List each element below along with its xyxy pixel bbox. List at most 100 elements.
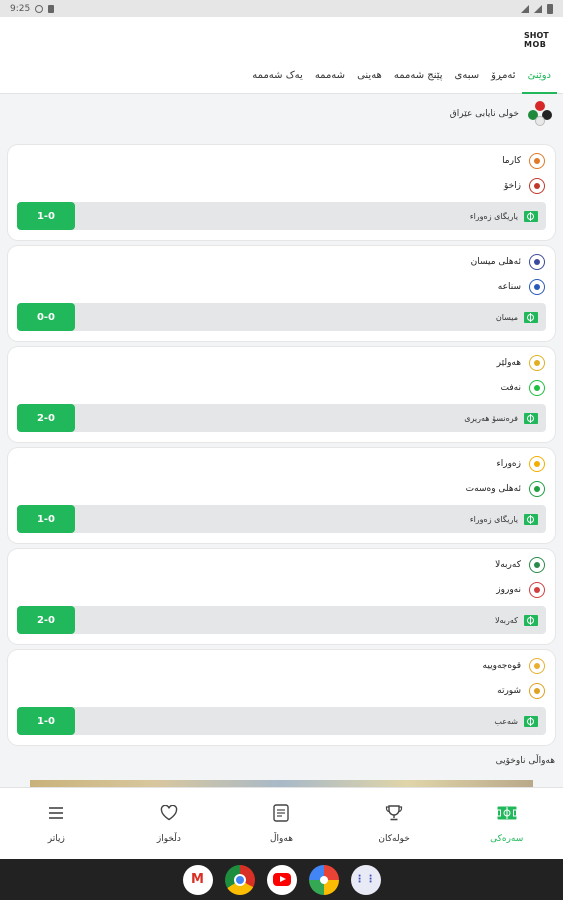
match-info-bar: یاریگای زەوراء 1-0 — [17, 505, 546, 533]
nav-news[interactable]: هەواڵ — [231, 803, 331, 844]
apps-icon[interactable]: ⋮⋮ — [350, 864, 381, 895]
tab-today[interactable]: ئەمڕۆ — [485, 61, 521, 94]
match-info-bar: میسان 0-0 — [17, 303, 546, 331]
nav-home[interactable]: سەرەکی — [457, 804, 557, 844]
news-icon — [271, 803, 291, 822]
stadium-name: میسان — [495, 312, 518, 322]
tab-tomorrow[interactable]: سبەی — [449, 61, 486, 94]
team-crest-icon — [529, 355, 545, 371]
tab-sunday[interactable]: یەک شەممە — [246, 61, 309, 94]
score-badge: 1-0 — [17, 505, 75, 533]
pitch-icon — [524, 614, 538, 626]
match-list: کارما زاخۆ یاریگای زەوراء 1-0 ئەهلی میسا… — [8, 145, 555, 751]
team-crest-icon — [529, 481, 545, 497]
away-team-name: سناعە — [497, 282, 521, 292]
home-team-name: قوەجەوییە — [482, 661, 521, 671]
team-crest-icon — [529, 153, 545, 169]
team-crest-icon — [529, 380, 545, 396]
stadium: کەربەلا — [75, 614, 546, 626]
gmail-icon[interactable]: M — [182, 864, 213, 895]
sim-icon — [48, 4, 55, 13]
stadium-name: یاریگای زەوراء — [469, 514, 518, 524]
score-badge: 2-0 — [17, 606, 75, 634]
status-time: 9:25 — [10, 3, 31, 14]
home-team-name: هەولێر — [496, 358, 521, 368]
chrome-icon[interactable] — [224, 864, 255, 895]
stadium: شەعب — [75, 715, 546, 727]
nav-favorites-label: دڵخواز — [156, 833, 181, 844]
stadium-name: کەربەلا — [494, 615, 518, 625]
stadium: میسان — [75, 311, 546, 323]
tab-yesterday[interactable]: دوێنێ — [521, 61, 557, 94]
day-tabs: دوێنێ ئەمڕۆ سبەی پێنج شەممە هەینی شەممە … — [0, 61, 563, 94]
match-card[interactable]: هەولێر نەفت فرەنسۆ هەریری 2-0 — [8, 347, 555, 442]
pitch-icon — [524, 715, 538, 727]
home-team: کارما — [502, 153, 545, 169]
nav-leagues[interactable]: خولەکان — [344, 804, 444, 844]
nav-home-label: سەرەکی — [490, 833, 524, 844]
match-card[interactable]: زەوراء ئەهلی وەسەت یاریگای زەوراء 1-0 — [8, 448, 555, 543]
match-info-bar: فرەنسۆ هەریری 2-0 — [17, 404, 546, 432]
app-logo[interactable]: SHOT MOB — [524, 31, 552, 49]
home-team-name: کارما — [502, 156, 521, 166]
youtube-icon[interactable] — [266, 864, 297, 895]
photos-icon[interactable] — [308, 864, 339, 895]
stadium: یاریگای زەوراء — [75, 513, 546, 525]
score-badge: 1-0 — [17, 202, 75, 230]
away-team-name: نەفت — [500, 383, 521, 393]
away-team: زاخۆ — [504, 178, 545, 194]
tab-friday[interactable]: هەینی — [351, 61, 388, 94]
league-logo-icon — [527, 101, 553, 127]
system-dock: M ⋮⋮ — [0, 859, 563, 900]
stadium-name: شەعب — [494, 716, 518, 726]
news-section-title: هەواڵی ناوخۆیی — [495, 756, 555, 766]
nav-leagues-label: خولەکان — [378, 833, 410, 844]
team-crest-icon — [529, 582, 545, 598]
pitch-icon — [524, 311, 538, 323]
league-header[interactable]: خولی نایابی عێراق — [450, 101, 553, 127]
tab-saturday[interactable]: شەممە — [309, 61, 351, 94]
status-bar: 9:25 — [0, 0, 563, 17]
bottom-nav: سەرەکی خولەکان هەواڵ دڵخواز زیاتر — [0, 787, 563, 859]
away-team-name: نەوروز — [496, 585, 521, 595]
team-crest-icon — [529, 178, 545, 194]
notification-icon — [35, 4, 44, 13]
score-badge: 2-0 — [17, 404, 75, 432]
app-header: SHOT MOB — [0, 17, 563, 61]
nav-more-label: زیاتر — [47, 833, 65, 844]
home-team-name: زەوراء — [496, 459, 522, 469]
stadium-name: فرەنسۆ هەریری — [464, 413, 518, 423]
home-team-name: کەربەلا — [495, 560, 521, 570]
match-info-bar: یاریگای زەوراء 1-0 — [17, 202, 546, 230]
away-team: شورتە — [497, 683, 545, 699]
home-team: قوەجەوییە — [483, 658, 545, 674]
status-left: 9:25 — [10, 3, 55, 14]
stadium: فرەنسۆ هەریری — [75, 412, 546, 424]
home-team: ئەهلی میسان — [471, 254, 545, 270]
team-crest-icon — [529, 254, 545, 270]
away-team: نەفت — [501, 380, 545, 396]
away-team: ئەهلی وەسەت — [466, 481, 545, 497]
signal-icon — [534, 4, 542, 13]
stadium-name: یاریگای زەوراء — [469, 211, 518, 221]
league-name: خولی نایابی عێراق — [449, 109, 519, 119]
team-crest-icon — [529, 557, 545, 573]
wifi-icon — [521, 4, 529, 13]
pitch-icon — [524, 412, 538, 424]
nav-favorites[interactable]: دڵخواز — [119, 804, 219, 844]
nav-more[interactable]: زیاتر — [6, 804, 106, 844]
pitch-icon — [524, 513, 538, 525]
score-badge: 0-0 — [17, 303, 75, 331]
home-team-name: ئەهلی میسان — [470, 257, 521, 267]
match-card[interactable]: قوەجەوییە شورتە شەعب 1-0 — [8, 650, 555, 745]
pitch-icon — [496, 804, 517, 822]
home-team: زەوراء — [496, 456, 545, 472]
score-badge: 1-0 — [17, 707, 75, 735]
match-card[interactable]: ئەهلی میسان سناعە میسان 0-0 — [8, 246, 555, 341]
tab-thursday[interactable]: پێنج شەممە — [388, 61, 449, 94]
match-card[interactable]: کەربەلا نەوروز کەربەلا 2-0 — [8, 549, 555, 644]
nav-news-label: هەواڵ — [270, 833, 293, 844]
match-card[interactable]: کارما زاخۆ یاریگای زەوراء 1-0 — [8, 145, 555, 240]
battery-icon — [547, 3, 553, 14]
logo-line2: MOB — [524, 40, 547, 49]
